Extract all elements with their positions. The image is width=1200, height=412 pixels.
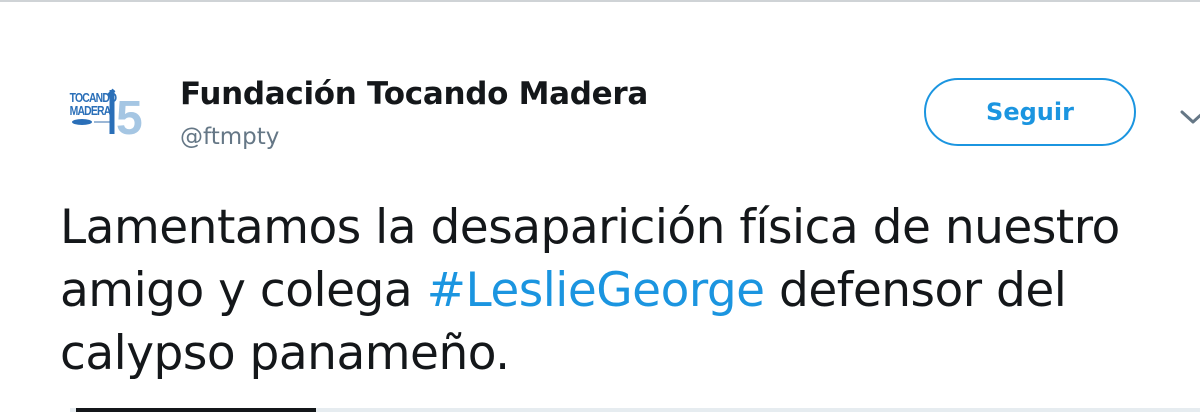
ftm-logo-icon: TOCANDO MADERA 5 (70, 88, 143, 145)
svg-text:MADERA: MADERA (70, 104, 112, 118)
avatar[interactable]: TOCANDO MADERA 5 (68, 82, 152, 146)
tweet-text-line-2: amigo y colega #LeslieGeorge defensor de… (60, 259, 1200, 322)
follow-button[interactable]: Seguir (924, 78, 1136, 146)
media-preview-edge (76, 408, 316, 412)
author-display-name[interactable]: Fundación Tocando Madera (180, 76, 648, 112)
chevron-down-icon[interactable] (1178, 104, 1200, 128)
tweet-text-line-3: calypso panameño. (60, 326, 510, 381)
tweet-card: TOCANDO MADERA 5 Fundación Tocando Mader… (0, 0, 1200, 412)
card-bottom-edge (70, 408, 1200, 412)
hashtag-link[interactable]: #LeslieGeorge (427, 263, 766, 318)
tweet-text-segment: defensor del (764, 263, 1067, 318)
tweet-text-line-1: Lamentamos la desaparición física de nue… (60, 200, 1120, 255)
tweet-text: Lamentamos la desaparición física de nue… (60, 196, 1200, 385)
author-handle[interactable]: @ftmpty (180, 124, 279, 150)
card-top-border (0, 0, 1200, 2)
svg-text:5: 5 (116, 92, 143, 145)
tweet-text-segment: amigo y colega (60, 263, 427, 318)
